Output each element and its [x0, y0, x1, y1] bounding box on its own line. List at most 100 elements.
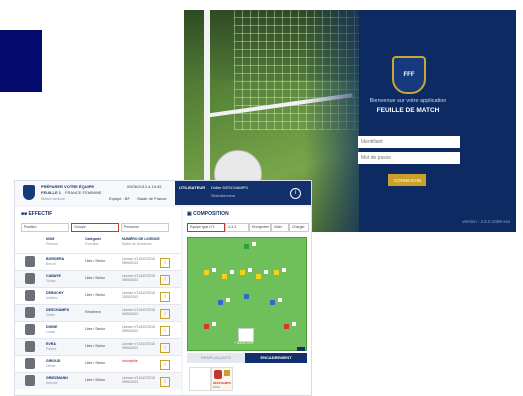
composition-panel: ▣ COMPOSITION Equipe type n°1 4-3-3 Enre…: [183, 207, 311, 395]
filter-group[interactable]: Groupe: [71, 223, 119, 232]
filter-person[interactable]: Personne: [121, 223, 169, 232]
player-firstname: Patrice: [46, 347, 57, 351]
username-field[interactable]: [358, 136, 460, 148]
add-player-label[interactable]: + AJOUTER: [234, 341, 253, 345]
bench-tabs: REMPLAÇANTS ENCADREMENT: [183, 353, 311, 363]
table-row[interactable]: DESCHAMPS Didier Entraîneur Licence n°14243…: [15, 304, 181, 321]
player-firstname: Benoit: [46, 262, 56, 266]
player-firstname: Lucas: [46, 330, 56, 334]
license-status: Licence n°1424372018 09/06/2013: [122, 342, 155, 350]
table-row[interactable]: DEBUCHY Mathieu Libre / Senior Licence n°14…: [15, 287, 181, 304]
staff-firstname: Didier: [213, 385, 221, 389]
staff-card[interactable]: DESCHAMPS Didier: [211, 367, 233, 391]
license-status: Licence n°1424372018 09/06/2013: [122, 257, 155, 265]
match-date: 09/06/2013 à 19:45: [127, 184, 162, 189]
license-status: Licence n°1424372018 09/06/2013: [122, 325, 155, 333]
tab-encadrement[interactable]: ENCADREMENT: [245, 353, 307, 363]
info-icon[interactable]: i: [290, 188, 301, 199]
user-bar: UTILISATEUR Didier DESCHAMPS Sélectionne…: [175, 181, 311, 205]
avatar: [214, 370, 222, 379]
col-categorie: Catégorie: [85, 237, 102, 241]
player-firstname: Didier: [46, 313, 55, 317]
player-name: DEBUCHY: [46, 291, 64, 295]
player-marker[interactable]: [218, 300, 223, 305]
player-name: DESCHAMPS: [46, 308, 69, 312]
info-icon[interactable]: i: [160, 377, 170, 387]
player-category: Libre / Senior: [85, 378, 106, 382]
player-name: GIROUD: [46, 359, 61, 363]
match-type: Match amical: [41, 196, 65, 201]
pitch-toggle[interactable]: [297, 347, 305, 351]
password-field[interactable]: [358, 152, 460, 164]
formation-select[interactable]: 4-3-3: [225, 223, 249, 232]
table-header: NOM Prénom Catégorie Fonction NUMÉRO DE …: [15, 237, 181, 251]
player-marker[interactable]: [274, 270, 279, 275]
info-icon[interactable]: i: [160, 309, 170, 319]
player-firstname: Olivier: [46, 364, 56, 368]
info-icon[interactable]: i: [160, 258, 170, 268]
info-icon[interactable]: i: [160, 292, 170, 302]
effectif-panel: ■■ EFFECTIF Position Groupe Personne NOM…: [15, 207, 181, 395]
player-name: DIGNE: [46, 325, 58, 329]
table-row[interactable]: DIGNE Lucas Libre / Senior Licence n°142437…: [15, 321, 181, 338]
team-select[interactable]: Equipe type n°1: [187, 223, 225, 232]
player-marker[interactable]: [204, 270, 209, 275]
col-fonction: Fonction: [85, 242, 99, 246]
team-label: Equipe : BF: [109, 196, 130, 201]
license-status: Licence n°1424372018 09/06/2013: [122, 376, 155, 384]
welcome-text: Bienvenue sur votre application: [369, 98, 447, 104]
table-row[interactable]: EVRA Patrice Libre / Senior Licence n°14243…: [15, 338, 181, 355]
user-role: Sélectionneur: [211, 193, 236, 198]
table-row[interactable]: BORDERA Benoit Libre / Senior Licence n°142…: [15, 253, 181, 270]
table-row[interactable]: GIROUD Olivier Libre / Senior Incomplète i: [15, 355, 181, 372]
player-marker[interactable]: [222, 274, 227, 279]
app-header: PRÉPARER VOTRE ÉQUIPE FEUILLE 1 FRANCE F…: [15, 181, 311, 205]
fff-small-logo: [23, 185, 35, 200]
composition-title: ▣ COMPOSITION: [187, 211, 229, 217]
user-label: UTILISATEUR: [179, 185, 206, 190]
app-screen: PRÉPARER VOTRE ÉQUIPE FEUILLE 1 FRANCE F…: [14, 180, 312, 396]
goal-post: [204, 10, 210, 180]
info-icon[interactable]: i: [160, 360, 170, 370]
license-status: Licence n°1424372018 09/06/2013: [122, 308, 155, 316]
info-icon[interactable]: i: [160, 343, 170, 353]
col-statut: Statut de la licence: [122, 242, 152, 246]
player-marker[interactable]: [256, 274, 261, 279]
player-marker[interactable]: [284, 324, 289, 329]
effectif-title: ■■ EFFECTIF: [21, 211, 53, 217]
app-title: FEUILLE DE MATCH: [376, 107, 440, 114]
tab-remplacants[interactable]: REMPLAÇANTS: [187, 353, 245, 363]
player-photo: [25, 290, 35, 301]
info-icon[interactable]: i: [160, 275, 170, 285]
player-category: Libre / Senior: [85, 361, 106, 365]
save-button[interactable]: Enregistrer: [249, 223, 271, 232]
player-marker[interactable]: [244, 244, 249, 249]
fff-logo: FFF: [392, 56, 426, 94]
connect-button[interactable]: CONNEXION: [388, 174, 426, 186]
table-row[interactable]: CABAYE Yohan Libre / Senior Licence n°14243…: [15, 270, 181, 287]
empty-slot[interactable]: [189, 367, 211, 391]
col-prenom: Prénom: [46, 242, 59, 246]
player-marker[interactable]: [244, 294, 249, 299]
player-marker[interactable]: [240, 270, 245, 275]
player-card[interactable]: [238, 328, 254, 342]
player-photo: [25, 324, 35, 335]
player-photo: [25, 358, 35, 369]
player-marker[interactable]: [270, 300, 275, 305]
player-name: GRIEZMANN: [46, 376, 68, 380]
version-text: version : 2.8.0.1009-xxx: [462, 219, 510, 224]
player-photo: [25, 375, 35, 386]
player-marker[interactable]: [204, 324, 209, 329]
player-firstname: Mathieu: [46, 296, 59, 300]
clear-button[interactable]: Vider: [271, 223, 289, 232]
player-category: Libre / Senior: [85, 327, 106, 331]
license-status: Licence n°1424372018 22/08/2013: [122, 291, 155, 299]
role-badge: [224, 370, 230, 376]
breadcrumb-feuille[interactable]: FEUILLE 1: [41, 190, 61, 195]
player-photo: [25, 273, 35, 284]
filter-position[interactable]: Position: [21, 223, 69, 232]
table-row[interactable]: GRIEZMANN Antoine Libre / Senior Licence n°…: [15, 372, 181, 389]
breadcrumb-team: FRANCE FEMININE: [65, 190, 102, 195]
info-icon[interactable]: i: [160, 326, 170, 336]
load-button[interactable]: Charger: [289, 223, 309, 232]
